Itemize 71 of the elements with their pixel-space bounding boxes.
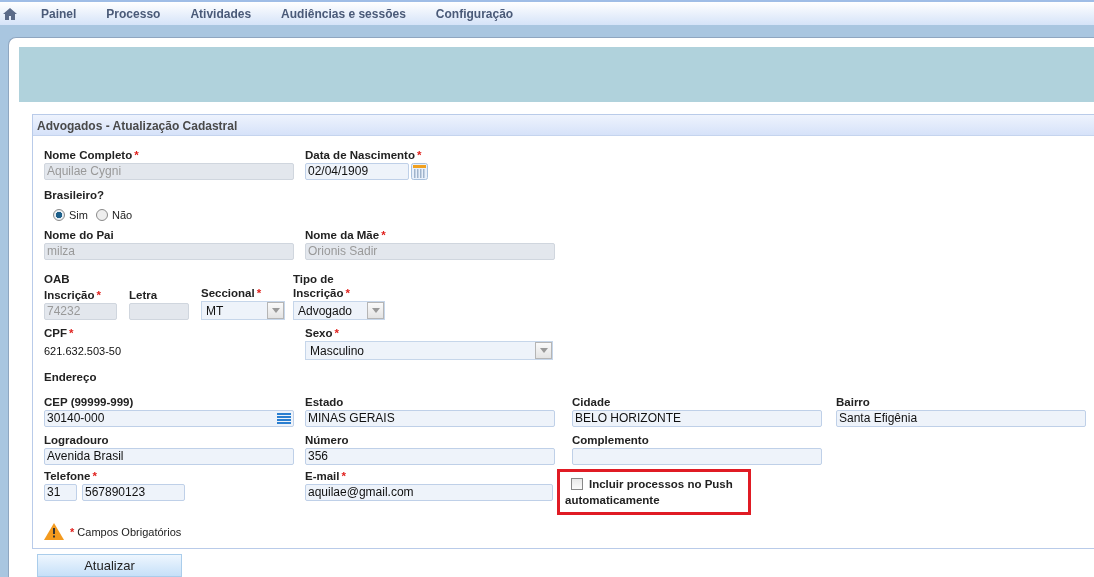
field-label: Sexo * [305,326,339,340]
field-label: Data de Nascimento * [305,148,422,162]
panel-title: Advogados - Atualização Cadastral [33,115,1094,136]
dropdown-button[interactable] [267,302,284,319]
select-field[interactable]: Masculino [305,341,553,360]
field-label: Nome da Mãe * [305,228,386,242]
text-field[interactable]: aquilae@gmail.com [305,484,553,501]
update-button[interactable]: Atualizar [37,554,182,577]
field-label: Nome do Pai [44,228,114,242]
field-label: CEP (99999-999) [44,395,134,409]
text-field[interactable]: Santa Efigênia [836,410,1086,427]
caret-icon [371,308,380,313]
area-code-field[interactable]: 31 [44,484,77,501]
field-label: Número [305,433,349,447]
required-mark: * [334,327,339,339]
dropdown-button[interactable] [367,302,384,319]
required-note: * Campos Obrigatórios [69,525,182,538]
text-field[interactable]: Avenida Brasil [44,448,294,465]
section-label: Endereço [44,370,97,384]
menu-item[interactable]: Configuração [435,6,514,21]
checkbox[interactable] [571,478,583,490]
required-mark: * [381,229,386,241]
cpf-value: 621.632.503-50 [44,344,123,357]
radio-button[interactable] [95,209,108,221]
text-field[interactable]: MINAS GERAIS [305,410,555,427]
required-mark: * [341,470,346,482]
caret-icon [539,348,548,353]
field-label: Complemento [572,433,649,447]
select-field[interactable]: Advogado [293,301,385,320]
field-label: Telefone * [44,469,97,483]
calendar-icon[interactable] [411,163,428,180]
menu-item[interactable]: Processo [106,6,161,21]
field-label: Seccional * [201,286,262,300]
text-field[interactable] [572,448,822,465]
field-label: Inscrição * [44,288,101,302]
menu-item[interactable]: Audiências e sessões [281,6,406,21]
radio-button[interactable] [53,209,65,221]
text-field[interactable]: BELO HORIZONTE [572,410,822,427]
required-mark: * [69,327,74,339]
field-label: Letra [129,288,158,302]
field-label: Logradouro [44,433,109,447]
text-field[interactable]: 356 [305,448,555,465]
field-label: Nome Completo * [44,148,139,162]
required-mark: * [345,287,350,299]
dropdown-button[interactable] [535,342,552,359]
text-field[interactable]: 30140-000 [44,410,294,427]
field-label: Estado [305,395,344,409]
list-icon[interactable] [277,413,291,424]
field-label: Tipo de Inscrição * [293,272,351,300]
date-field[interactable]: 02/04/1909 [305,163,409,180]
required-mark: * [96,289,101,301]
checkbox-label[interactable]: Incluir processos no Push automaticamente [565,476,742,508]
field-label: Bairro [836,395,870,409]
warning-icon [44,523,64,540]
field-label: E-mail * [305,469,346,483]
required-mark: * [92,470,97,482]
required-mark: * [134,149,139,161]
menu-item[interactable]: Painel [41,6,77,21]
phone-field[interactable]: 567890123 [82,484,185,501]
field-label: Brasileiro? [44,188,105,202]
radio-label: Sim [69,209,88,221]
radio-label: Não [111,209,133,221]
menu-item[interactable]: Atividades [190,6,252,21]
caret-icon [271,308,280,313]
home-icon[interactable] [3,7,17,20]
field-label: CPF * [44,326,74,340]
required-mark: * [416,149,422,161]
select-field[interactable]: MT [201,301,285,320]
required-mark: * [256,287,262,299]
group-label: OAB [44,272,70,286]
field-label: Cidade [572,395,611,409]
